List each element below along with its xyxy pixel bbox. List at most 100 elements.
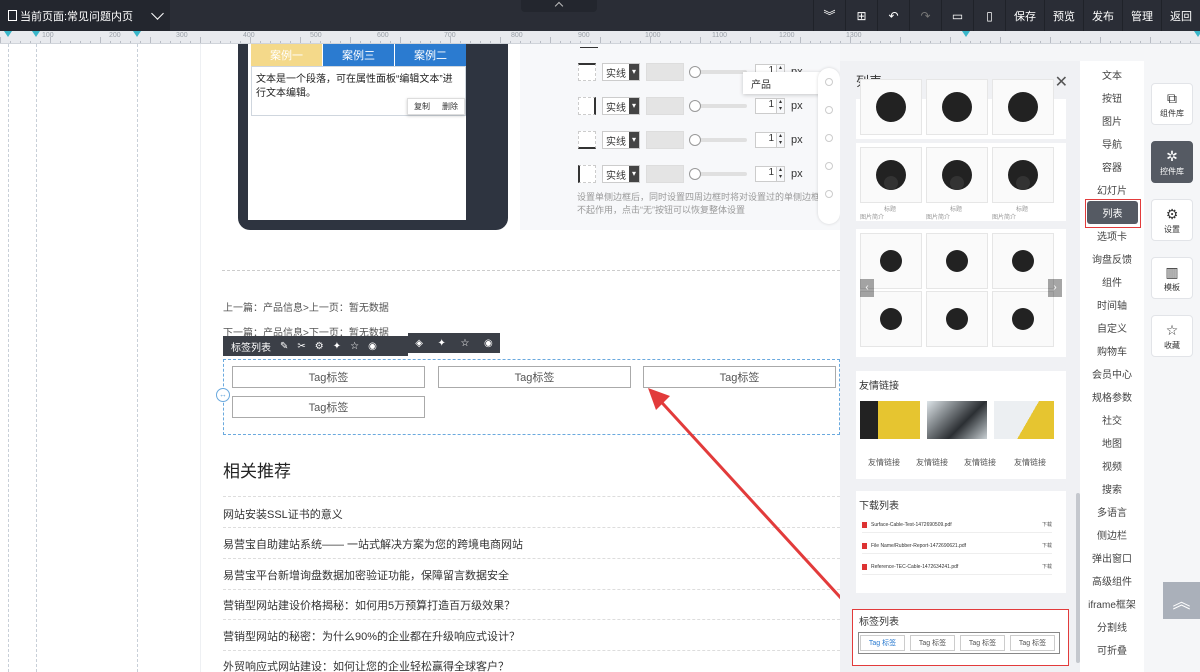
anchor-dot[interactable] [825,106,833,114]
category-item[interactable]: 购物车 [1080,339,1144,362]
border-style-select[interactable]: 实线 [602,63,640,81]
download-list-card[interactable]: 下载列表 Surface-Cable-Test-1472690509.pdf 下… [856,491,1066,593]
ruler-marker[interactable] [32,31,40,37]
tag-item[interactable]: Tag标签 [232,396,425,418]
border-color-picker[interactable] [646,97,684,115]
editor-canvas[interactable]: 案例一 案例三 案例二 文本是一个段落，可在属性面板“编辑文本”进行文本编辑。 … [0,44,840,672]
related-item[interactable]: 营销型网站建设价格揭秘：如何用5万预算打造百万级效果？ [223,597,515,613]
edit-icon[interactable]: ✎ [280,341,288,352]
mobile-view-icon[interactable]: ▯ [973,0,1005,31]
border-style-select[interactable]: 实线 [602,97,640,115]
category-item[interactable]: 可折叠 [1080,638,1144,661]
product-list-card[interactable]: 标题 标题 标题 图片简介 图片简介 图片简介 [856,143,1066,221]
category-item[interactable]: 视频 [1080,454,1144,477]
tag-item[interactable]: Tag标签 [643,366,836,388]
product-carousel-card[interactable]: ‹ › [856,229,1066,357]
star-icon[interactable]: ☆ [350,341,359,352]
prev-arrow-icon[interactable]: ‹ [860,279,874,297]
category-item[interactable]: 导航 [1080,132,1144,155]
product-list-card[interactable] [856,79,1066,139]
manage-button[interactable]: 管理 [1122,0,1161,31]
star-icon[interactable]: ☆ [460,338,469,349]
layers-icon[interactable]: ◈ [415,338,423,349]
tag-list-card[interactable]: 标签列表 Tag 标签 Tag 标签 Tag 标签 Tag 标签 [852,609,1069,666]
anchor-dot[interactable] [825,134,833,142]
related-item[interactable]: 易营宝平台新增询盘数据加密验证功能，保障留言数据安全 [223,567,509,583]
related-item[interactable]: 易营宝自助建站系统—— 一站式解决方案为您的跨境电商网站 [223,536,523,552]
border-width-slider[interactable] [689,100,747,112]
eye-icon[interactable]: ◉ [368,341,377,352]
related-item[interactable]: 营销型网站的秘密：为什么90%的企业都在升级响应式设计？ [223,628,520,644]
related-item[interactable]: 外贸响应式网站建设：如何让您的企业轻松赢得全球客户？ [223,658,509,672]
copy-button[interactable]: 复制 [414,101,430,112]
favorites-button[interactable]: ☆ 收藏 [1151,315,1193,357]
publish-button[interactable]: 发布 [1083,0,1122,31]
category-item[interactable]: 时间轴 [1080,293,1144,316]
back-to-top-icon[interactable]: ︽ [1163,582,1200,619]
border-color-picker[interactable] [646,165,684,183]
category-item[interactable]: 侧边栏 [1080,523,1144,546]
anchor-dot[interactable] [825,162,833,170]
ruler-marker[interactable] [1194,31,1200,37]
gear-icon[interactable]: ⚙ [315,341,324,352]
tabs-widget[interactable]: 案例一 案例三 案例二 [251,44,466,66]
category-item[interactable]: 询盘反馈 [1080,247,1144,270]
template-button[interactable]: ▥ 模板 [1151,257,1193,299]
close-icon[interactable]: ✕ [1055,72,1068,92]
category-item[interactable]: 社交 [1080,408,1144,431]
border-width-input[interactable]: 1 [755,166,777,182]
category-item[interactable]: 按钮 [1080,86,1144,109]
ruler-marker[interactable] [962,31,970,37]
stepper[interactable]: ▴▾ [777,98,785,114]
desktop-view-icon[interactable]: ▭ [941,0,973,31]
collapse-icon[interactable]: ︾ [813,0,845,31]
prev-link[interactable]: 上一篇：产品信息>上一页：暂无数据 [223,299,389,314]
ruler-marker[interactable] [4,31,12,37]
align-icon[interactable]: ⊞ [845,0,877,31]
border-top-swatch[interactable] [578,63,596,81]
settings-button[interactable]: ⚙ 设置 [1151,199,1193,241]
category-item[interactable]: 幻灯片 [1080,178,1144,201]
category-item[interactable]: 高级组件 [1080,569,1144,592]
tab-item[interactable]: 案例一 [251,44,322,66]
anchor-scroll-track[interactable] [818,68,840,224]
ruler-marker[interactable] [133,31,141,37]
border-width-input[interactable]: 1 [755,98,777,114]
tag-item[interactable]: Tag标签 [232,366,425,388]
next-arrow-icon[interactable]: › [1048,279,1062,297]
magic-icon[interactable]: ✦ [333,341,341,352]
border-width-input[interactable]: 1 [755,132,777,148]
tab-item[interactable]: 案例二 [394,44,466,66]
category-item[interactable]: 多语言 [1080,500,1144,523]
magic-icon[interactable]: ✦ [438,338,446,349]
related-item[interactable]: 网站安装SSL证书的意义 [223,506,343,522]
category-item[interactable]: 地图 [1080,431,1144,454]
category-item[interactable]: 组件 [1080,270,1144,293]
stepper[interactable]: ▴▾ [777,132,785,148]
eye-icon[interactable]: ◉ [484,338,493,349]
border-right-swatch[interactable] [578,97,596,115]
border-style-select[interactable]: 实线 [602,131,640,149]
tab-item[interactable]: 案例三 [322,44,394,66]
category-item[interactable]: 容器 [1080,155,1144,178]
back-button[interactable]: 返回 [1161,0,1200,31]
preview-button[interactable]: 预览 [1044,0,1083,31]
category-item[interactable]: 会员中心 [1080,362,1144,385]
stepper[interactable]: ▴▾ [777,166,785,182]
control-library-button[interactable]: ✲ 控件库 [1151,141,1193,183]
border-width-slider[interactable] [689,168,747,180]
category-item[interactable]: 图片 [1080,109,1144,132]
tag-item[interactable]: Tag标签 [438,366,631,388]
anchor-dot[interactable] [825,78,833,86]
friend-links-card[interactable]: 友情链接 友情链接 友情链接 友情链接 友情链接 [856,371,1066,479]
category-item[interactable]: 自定义 [1080,316,1144,339]
category-item[interactable]: 分割线 [1080,615,1144,638]
category-item[interactable]: 弹出窗口 [1080,546,1144,569]
category-item[interactable]: 规格参数 [1080,385,1144,408]
save-button[interactable]: 保存 [1005,0,1044,31]
component-library-button[interactable]: ⧉ 组件库 [1151,83,1193,125]
category-item[interactable]: 文本 [1080,63,1144,86]
undo-icon[interactable]: ↶ [877,0,909,31]
resize-handle-icon[interactable]: ↔ [216,388,230,402]
tag-list-widget[interactable]: Tag标签 Tag标签 Tag标签 Tag标签 [223,359,840,435]
